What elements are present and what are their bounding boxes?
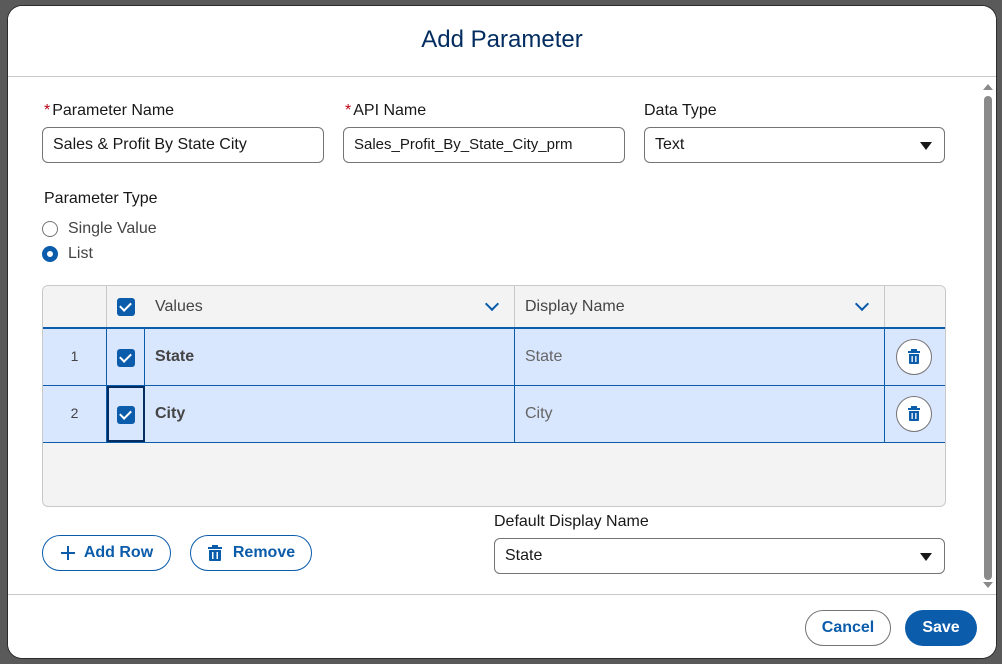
parameter-name-input[interactable]: Sales & Profit By State City bbox=[42, 127, 324, 163]
table-row[interactable]: 2 City City bbox=[43, 386, 945, 443]
dialog-footer: Cancel Save bbox=[8, 594, 996, 658]
row-checkbox[interactable] bbox=[117, 349, 135, 367]
save-button[interactable]: Save bbox=[905, 610, 977, 646]
data-type-select[interactable]: Text bbox=[644, 127, 945, 163]
grid-header: Values Display Name bbox=[43, 286, 945, 329]
radio-single-value[interactable]: Single Value bbox=[42, 220, 157, 238]
api-name-input[interactable]: Sales_Profit_By_State_City_prm bbox=[343, 127, 625, 163]
scroll-down-icon[interactable] bbox=[980, 578, 996, 592]
column-header-values[interactable]: Values bbox=[145, 286, 515, 327]
display-name-cell[interactable]: City bbox=[515, 386, 885, 442]
row-checkbox[interactable] bbox=[117, 406, 135, 424]
value-cell[interactable]: State bbox=[145, 329, 515, 385]
chevron-down-icon bbox=[920, 142, 932, 150]
delete-row-button[interactable] bbox=[896, 396, 932, 432]
vertical-scrollbar[interactable] bbox=[980, 76, 996, 596]
chevron-down-icon[interactable] bbox=[854, 296, 870, 312]
required-mark: * bbox=[345, 102, 352, 119]
add-parameter-dialog: Add Parameter * Parameter Name Sales & Pr… bbox=[8, 6, 996, 658]
trash-icon bbox=[908, 349, 920, 364]
parameter-type-label: Parameter Type bbox=[44, 190, 158, 207]
trash-icon bbox=[908, 406, 920, 421]
data-type-label: Data Type bbox=[644, 102, 717, 119]
select-all-checkbox[interactable] bbox=[117, 298, 135, 316]
radio-label: Single Value bbox=[68, 220, 157, 237]
values-grid: Values Display Name 1 State State 2 City… bbox=[42, 285, 946, 507]
api-name-label: * API Name bbox=[345, 102, 427, 119]
display-name-cell[interactable]: State bbox=[515, 329, 885, 385]
value-cell[interactable]: City bbox=[145, 386, 515, 442]
column-header-display-name[interactable]: Display Name bbox=[515, 286, 885, 327]
row-number: 2 bbox=[70, 405, 79, 421]
plus-icon bbox=[60, 546, 75, 560]
scroll-thumb[interactable] bbox=[984, 96, 992, 580]
chevron-down-icon[interactable] bbox=[484, 296, 500, 312]
radio-list[interactable]: List bbox=[42, 245, 93, 263]
focused-cell bbox=[107, 386, 145, 442]
required-mark: * bbox=[44, 102, 51, 119]
parameter-name-label: * Parameter Name bbox=[44, 102, 175, 119]
add-row-button[interactable]: Add Row bbox=[42, 535, 171, 571]
dialog-header: Add Parameter bbox=[8, 6, 996, 77]
data-type-value: Text bbox=[655, 136, 685, 153]
delete-row-button[interactable] bbox=[896, 339, 932, 375]
dialog-title: Add Parameter bbox=[421, 26, 583, 53]
radio-button[interactable] bbox=[42, 221, 58, 237]
table-row[interactable]: 1 State State bbox=[43, 329, 945, 386]
default-display-name-value: State bbox=[505, 547, 543, 564]
default-display-name-label: Default Display Name bbox=[494, 513, 649, 530]
scroll-up-icon[interactable] bbox=[980, 80, 996, 94]
radio-label: List bbox=[68, 245, 93, 262]
remove-button[interactable]: Remove bbox=[190, 535, 312, 571]
row-number: 1 bbox=[70, 348, 79, 364]
radio-button[interactable] bbox=[42, 246, 58, 262]
chevron-down-icon bbox=[920, 553, 932, 561]
trash-icon bbox=[207, 545, 222, 561]
cancel-button[interactable]: Cancel bbox=[805, 610, 891, 646]
default-display-name-select[interactable]: State bbox=[494, 538, 945, 574]
